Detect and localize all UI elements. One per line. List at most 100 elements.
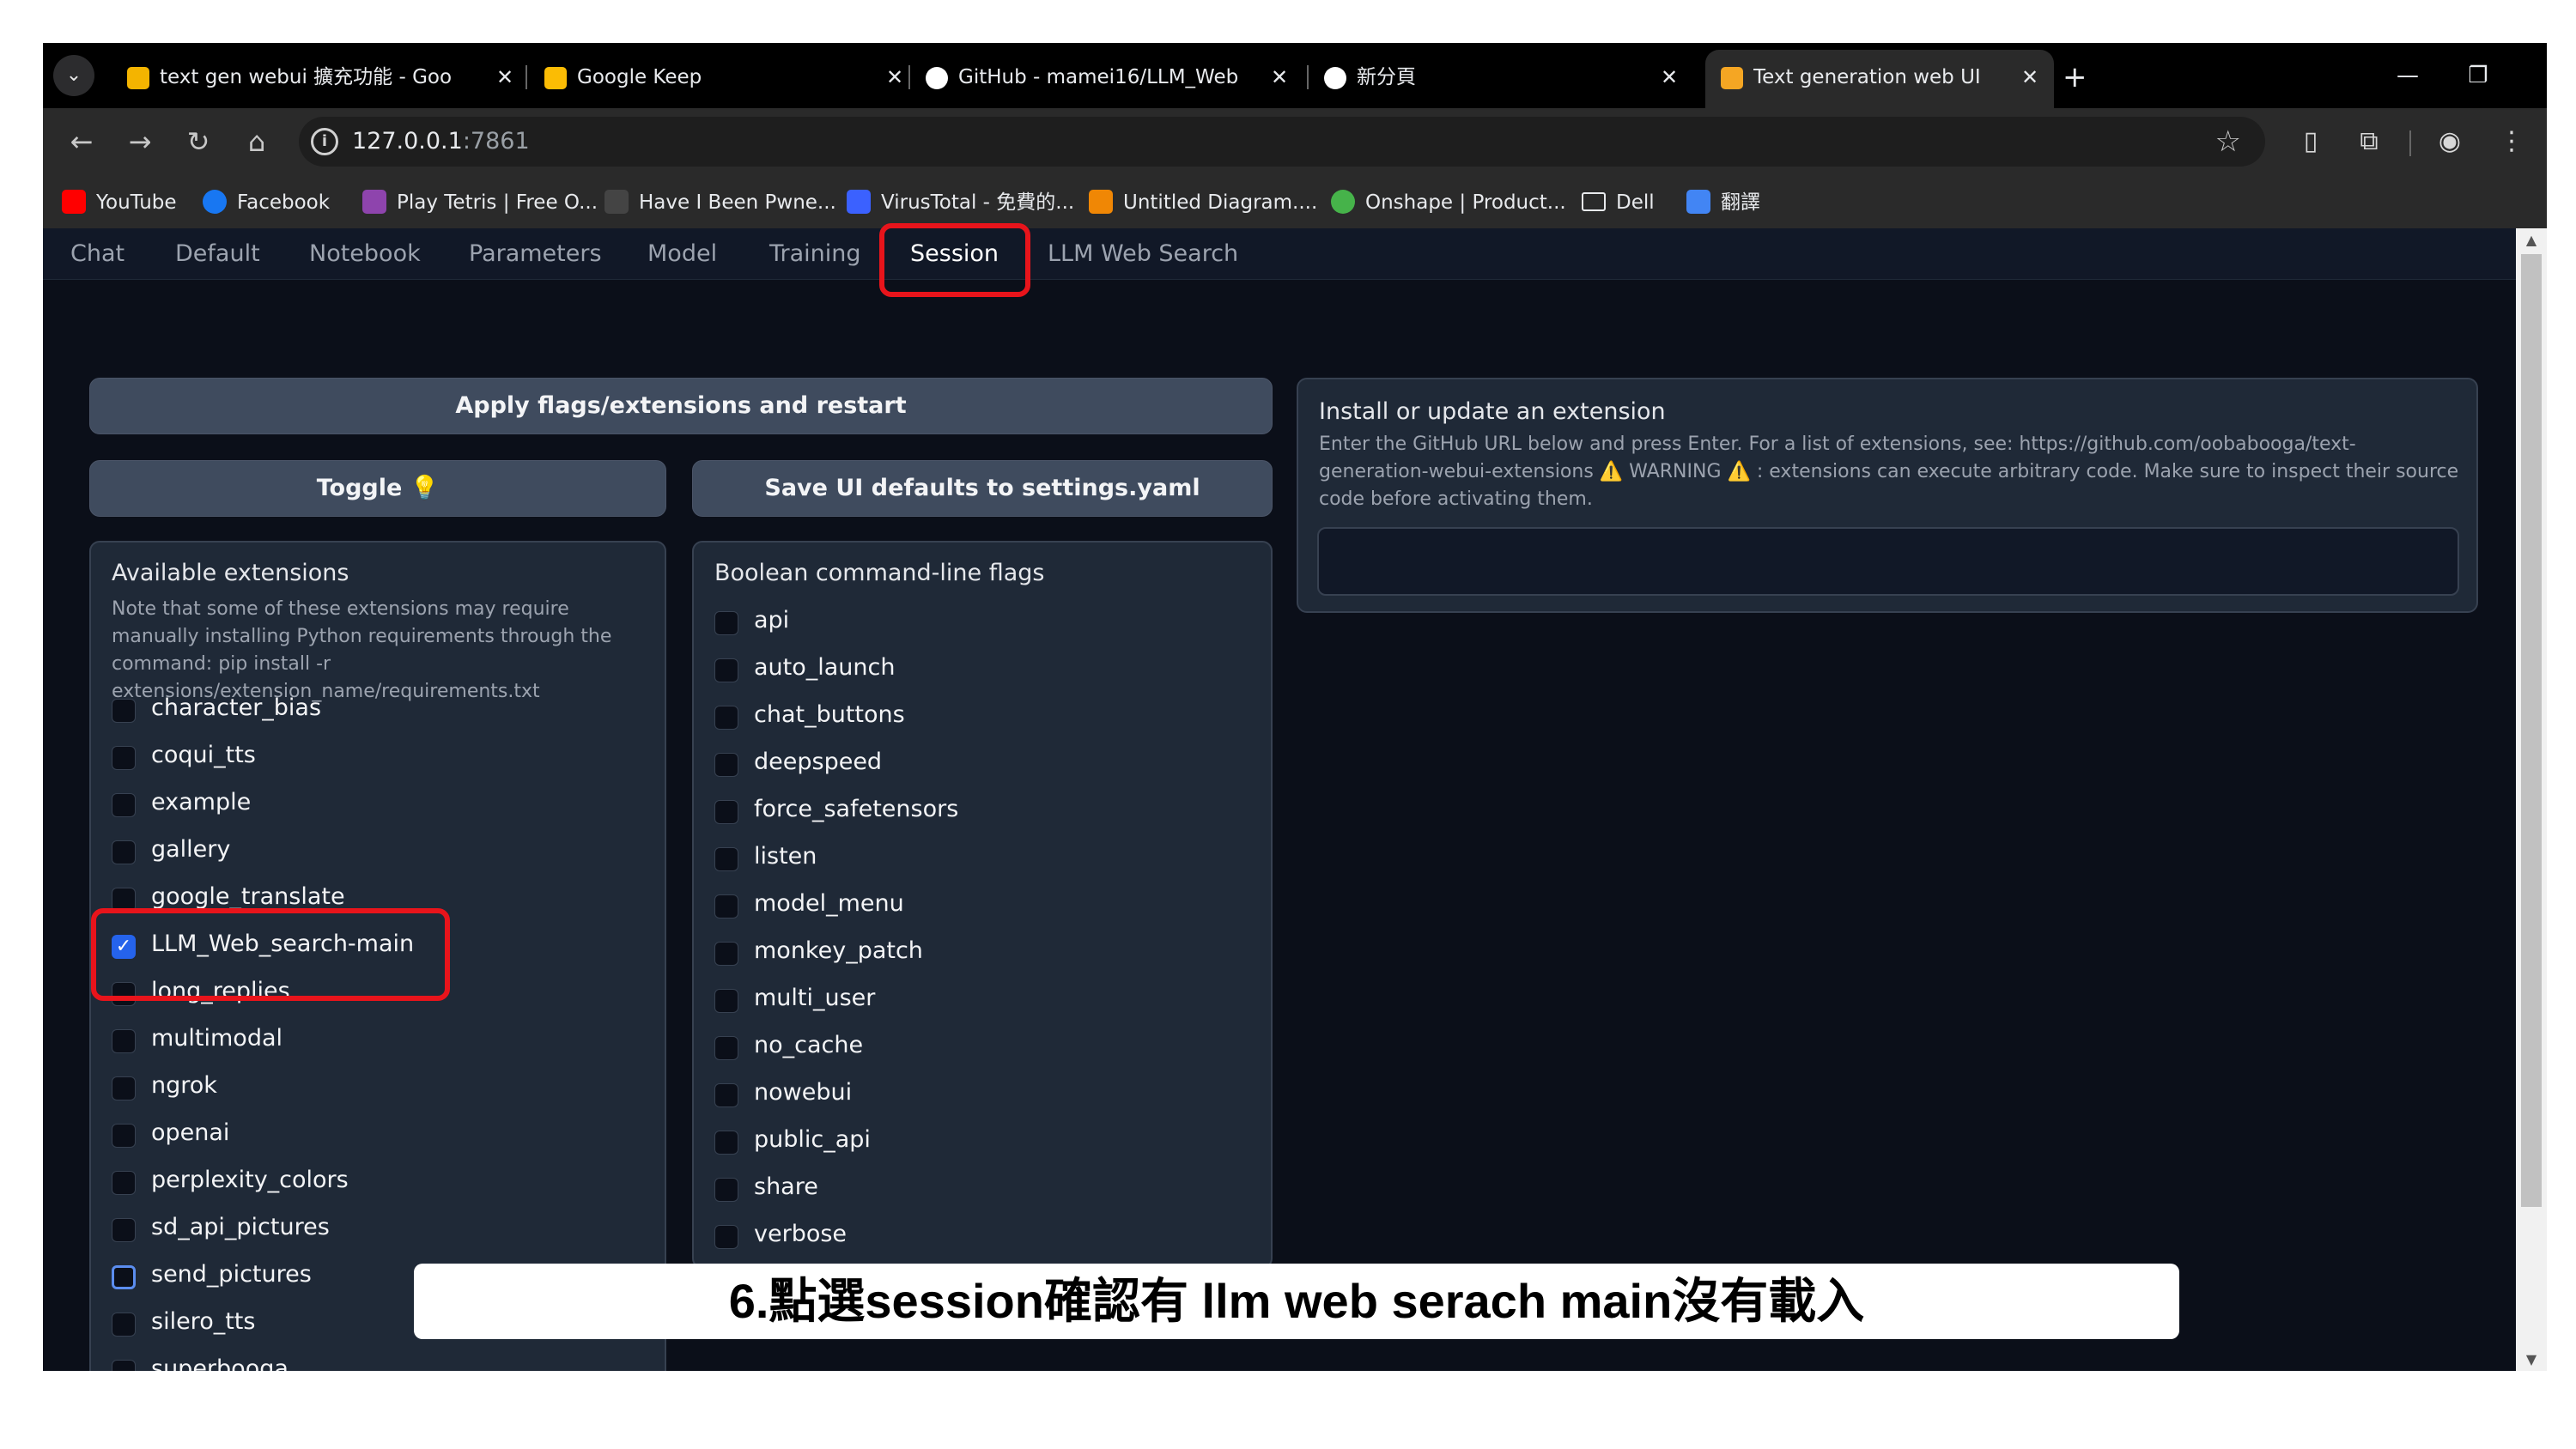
browser-tab[interactable]: 新分頁 ✕: [1309, 50, 1704, 105]
app-content: Chat Default Notebook Parameters Model T…: [43, 223, 2516, 1371]
checkbox[interactable]: [112, 840, 136, 864]
scroll-up-icon[interactable]: ▲: [2516, 232, 2547, 248]
checkbox[interactable]: [714, 1083, 738, 1107]
bookmark-label: Onshape | Product...: [1365, 191, 1566, 214]
checkbox[interactable]: [112, 1124, 136, 1148]
checkbox[interactable]: [714, 1225, 738, 1249]
restore-button[interactable]: ❐: [2454, 43, 2502, 108]
tab-search-button[interactable]: ⌄: [53, 55, 94, 96]
minimize-button[interactable]: —: [2382, 43, 2433, 108]
checkbox[interactable]: [112, 1265, 136, 1289]
checkbox[interactable]: [112, 746, 136, 770]
checkbox[interactable]: [112, 793, 136, 817]
menu-kebab-icon[interactable]: ⋮: [2490, 120, 2533, 163]
browser-tab[interactable]: text gen webui 擴充功能 - Goo ✕: [112, 50, 524, 105]
bookmark-label: Facebook: [237, 191, 331, 214]
bookmark-pwned[interactable]: Have I Been Pwne...: [605, 177, 836, 228]
browser-tab[interactable]: Google Keep ✕: [529, 50, 924, 105]
apply-restart-button[interactable]: Apply flags/extensions and restart: [89, 378, 1273, 434]
checkbox[interactable]: [112, 1171, 136, 1195]
chrome-icon: [1324, 67, 1346, 89]
checkbox[interactable]: [714, 800, 738, 824]
tab-parameters[interactable]: Parameters: [469, 228, 602, 280]
tab-llm-web-search[interactable]: LLM Web Search: [1048, 228, 1238, 280]
address-bar[interactable]: i 127.0.0.1:7861 ☆: [299, 117, 2265, 167]
checkbox[interactable]: [714, 1131, 738, 1155]
scrollbar-thumb[interactable]: [2521, 254, 2542, 1207]
flag-label: force_safetensors: [754, 796, 959, 822]
bookmarks-bar: YouTube Facebook Play Tetris | Free O...…: [43, 177, 2547, 228]
pwned-icon: [605, 189, 629, 214]
extension-label: openai: [151, 1119, 230, 1146]
site-info-icon[interactable]: i: [311, 128, 338, 155]
close-window-button[interactable]: [2530, 43, 2547, 108]
close-icon[interactable]: ✕: [1661, 50, 1678, 105]
bookmark-youtube[interactable]: YouTube: [62, 177, 177, 228]
tab-title: text gen webui 擴充功能 - Goo: [160, 66, 453, 88]
checkbox[interactable]: [714, 942, 738, 966]
checkbox[interactable]: [714, 989, 738, 1013]
toolbar-divider: [2409, 130, 2411, 156]
page-scrollbar[interactable]: ▲ ▼: [2516, 228, 2547, 1371]
bookmark-folder-dell[interactable]: Dell: [1582, 177, 1655, 228]
bookmark-drawio[interactable]: Untitled Diagram....: [1089, 177, 1317, 228]
checkbox[interactable]: [112, 1313, 136, 1337]
checkbox[interactable]: [714, 706, 738, 730]
back-button[interactable]: ←: [60, 120, 103, 163]
flag-label: nowebui: [754, 1079, 853, 1106]
gradio-icon: [1721, 67, 1743, 89]
flag-label: auto_launch: [754, 654, 896, 681]
extension-label: silero_tts: [151, 1308, 256, 1335]
checkbox[interactable]: [714, 753, 738, 777]
bookmark-virustotal[interactable]: VirusTotal - 免費的...: [847, 177, 1074, 228]
checkbox[interactable]: [112, 1076, 136, 1100]
checkbox[interactable]: [714, 611, 738, 635]
close-icon[interactable]: ✕: [886, 50, 903, 105]
close-icon[interactable]: ✕: [496, 50, 513, 105]
bookmark-star-icon[interactable]: ☆: [2215, 117, 2241, 167]
bookmark-onshape[interactable]: Onshape | Product...: [1331, 177, 1566, 228]
extension-label: coqui_tts: [151, 742, 256, 768]
tab-model[interactable]: Model: [647, 228, 717, 280]
browser-toolbar: ← → ↻ ⌂ i 127.0.0.1:7861 ☆ ▯ ⧉ ◉ ⋮: [43, 108, 2547, 177]
close-icon[interactable]: ✕: [2021, 50, 2038, 105]
tab-training[interactable]: Training: [769, 228, 861, 280]
checkbox[interactable]: [112, 1029, 136, 1053]
forward-button[interactable]: →: [118, 120, 161, 163]
close-icon[interactable]: ✕: [1271, 50, 1288, 105]
extension-icon[interactable]: ▯: [2289, 120, 2332, 163]
chevron-down-icon: ⌄: [65, 64, 82, 86]
save-settings-button[interactable]: Save UI defaults to settings.yaml: [692, 460, 1273, 517]
tab-default[interactable]: Default: [175, 228, 260, 280]
translate-icon: [1686, 189, 1710, 214]
new-tab-button[interactable]: +: [2063, 50, 2087, 105]
checkbox[interactable]: [714, 1036, 738, 1060]
bookmark-tetris[interactable]: Play Tetris | Free O...: [362, 177, 598, 228]
checkbox[interactable]: [714, 1178, 738, 1202]
extension-label: character_bias: [151, 694, 322, 721]
profile-avatar-icon[interactable]: ◉: [2428, 120, 2471, 163]
checkbox[interactable]: [112, 1360, 136, 1371]
drawio-icon: [1089, 189, 1113, 214]
checkbox[interactable]: [714, 658, 738, 682]
browser-tab[interactable]: GitHub - mamei16/LLM_Web_ ✕: [910, 50, 1314, 105]
checkbox[interactable]: [112, 1218, 136, 1242]
extensions-title: Available extensions: [112, 560, 349, 586]
scroll-down-icon[interactable]: ▼: [2516, 1351, 2547, 1367]
tab-chat[interactable]: Chat: [70, 228, 125, 280]
flag-label: monkey_patch: [754, 937, 923, 964]
bookmark-translate[interactable]: 翻譯: [1686, 177, 1760, 228]
checkbox[interactable]: [112, 699, 136, 723]
tab-notebook[interactable]: Notebook: [309, 228, 421, 280]
browser-window: ⌄ text gen webui 擴充功能 - Goo ✕ Google Kee…: [43, 43, 2547, 1371]
puzzle-icon[interactable]: ⧉: [2348, 120, 2391, 163]
checkbox[interactable]: [714, 847, 738, 871]
extension-url-input[interactable]: [1317, 527, 2459, 596]
browser-tab-active[interactable]: Text generation web UI ✕: [1705, 50, 2054, 108]
home-button[interactable]: ⌂: [235, 120, 278, 163]
bookmark-facebook[interactable]: Facebook: [203, 177, 330, 228]
checkbox[interactable]: [714, 894, 738, 919]
flag-label: chat_buttons: [754, 701, 905, 728]
reload-button[interactable]: ↻: [177, 120, 220, 163]
toggle-button[interactable]: Toggle 💡: [89, 460, 666, 517]
